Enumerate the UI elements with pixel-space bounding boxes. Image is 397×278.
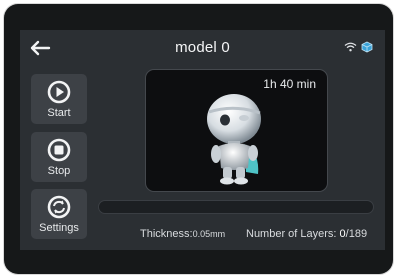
thickness-value: 0.05mm (192, 229, 226, 239)
print-progress-bar (98, 200, 374, 214)
cube-icon (361, 41, 373, 53)
settings-sync-icon (47, 195, 71, 219)
play-icon (47, 80, 71, 104)
thickness-label: Thickness: (140, 228, 193, 240)
stop-icon (47, 138, 71, 162)
total-layers: /189 (345, 228, 368, 240)
page-title: model 0 (175, 39, 230, 56)
wifi-icon (344, 42, 357, 52)
model-figure-image (207, 94, 261, 185)
printer-display-frame: model 0 Start Stop Settings 1h 40 min Th… (4, 4, 393, 274)
settings-button[interactable]: Settings (31, 189, 87, 239)
model-preview: 1h 40 min (145, 69, 328, 192)
stop-button[interactable]: Stop (31, 132, 87, 182)
start-label: Start (47, 107, 71, 119)
status-icons (344, 41, 373, 53)
start-button[interactable]: Start (31, 74, 87, 124)
thickness-info: Thickness:0.05mm (140, 228, 225, 240)
stop-label: Stop (47, 165, 71, 177)
layers-label: Number of Layers: (246, 228, 337, 240)
screen: model 0 Start Stop Settings 1h 40 min Th… (20, 30, 385, 250)
layers-info: Number of Layers: 0/189 (246, 228, 367, 240)
settings-label: Settings (39, 222, 79, 234)
